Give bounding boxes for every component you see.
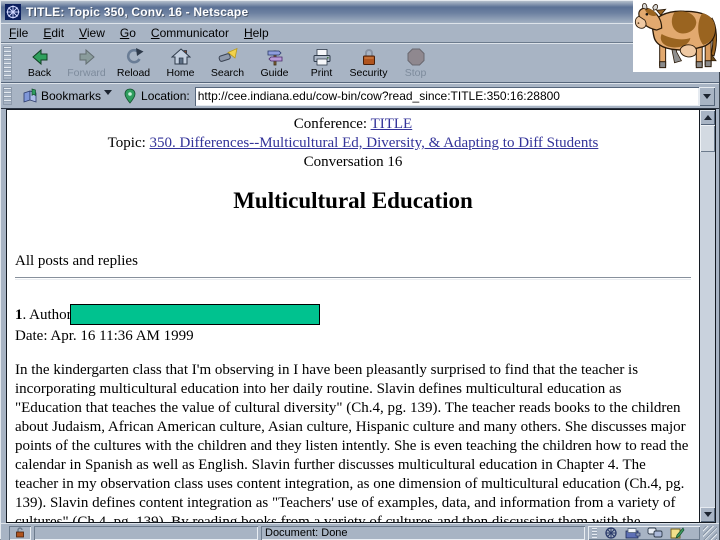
navigation-toolbar: Back Forward Reload Home Search Guide Pr… bbox=[1, 43, 719, 83]
url-input[interactable] bbox=[194, 86, 699, 106]
status-message: Document: Done bbox=[261, 526, 585, 540]
menu-communicator[interactable]: Communicator bbox=[151, 26, 229, 40]
location-bar-grip[interactable] bbox=[3, 87, 12, 105]
resize-grip[interactable] bbox=[703, 525, 717, 540]
url-dropdown-button[interactable] bbox=[699, 86, 715, 106]
location-label: Location: bbox=[141, 89, 190, 103]
search-flashlight-icon bbox=[218, 47, 238, 67]
print-button[interactable]: Print bbox=[298, 45, 345, 82]
netscape-icon[interactable] bbox=[5, 4, 21, 20]
menu-view[interactable]: View bbox=[79, 26, 105, 40]
topic-label: Topic: bbox=[107, 135, 150, 151]
navigator-wheel-icon[interactable] bbox=[603, 526, 619, 539]
bookmarks-dropdown-arrow[interactable] bbox=[104, 89, 113, 95]
padlock-icon bbox=[359, 47, 379, 67]
divider bbox=[15, 277, 691, 280]
page-title: Multicultural Education bbox=[233, 188, 473, 213]
reload-icon bbox=[124, 47, 144, 67]
toolbar-grip[interactable] bbox=[3, 45, 12, 81]
location-bar: Bookmarks Location: bbox=[1, 83, 719, 109]
scroll-down-button[interactable] bbox=[700, 507, 715, 522]
post-number: 1 bbox=[15, 307, 23, 323]
post-header: 1. Author: bbox=[15, 304, 691, 326]
status-bar: Document: Done bbox=[1, 523, 719, 540]
mailbox-icon[interactable] bbox=[625, 527, 641, 539]
home-icon bbox=[170, 47, 191, 67]
printer-icon bbox=[312, 47, 332, 67]
forward-arrow-icon bbox=[77, 47, 97, 67]
window-title: TITLE: Topic 350, Conv. 16 - Netscape bbox=[26, 5, 249, 19]
posts-subheading: All posts and replies bbox=[15, 253, 138, 269]
menu-go[interactable]: Go bbox=[120, 26, 136, 40]
cow-clipart-image bbox=[633, 0, 720, 72]
post-date: Date: Apr. 16 11:36 AM 1999 bbox=[15, 328, 194, 344]
browser-window: TITLE: Topic 350, Conv. 16 - Netscape Fi… bbox=[0, 0, 720, 540]
bookmarks-button[interactable]: Bookmarks bbox=[41, 89, 101, 103]
topic-line: Topic: 350. Differences--Multicultural E… bbox=[15, 134, 691, 153]
status-padlock-icon bbox=[16, 527, 24, 538]
security-button[interactable]: Security bbox=[345, 45, 392, 82]
vertical-scrollbar[interactable] bbox=[700, 109, 716, 523]
forward-button[interactable]: Forward bbox=[63, 45, 110, 82]
stop-sign-icon bbox=[406, 47, 426, 67]
stop-button[interactable]: Stop bbox=[392, 45, 439, 82]
search-button[interactable]: Search bbox=[204, 45, 251, 82]
security-status-button[interactable] bbox=[9, 526, 31, 540]
conversation-line: Conversation 16 bbox=[303, 154, 403, 170]
menu-edit[interactable]: Edit bbox=[43, 26, 64, 40]
page-content: Conference: TITLE Topic: 350. Difference… bbox=[6, 109, 700, 523]
author-redaction-box bbox=[69, 304, 320, 325]
progress-area bbox=[34, 526, 258, 540]
menu-bar: File Edit View Go Communicator Help bbox=[1, 23, 719, 43]
bookmarks-icon bbox=[22, 88, 38, 104]
scroll-up-button[interactable] bbox=[700, 110, 715, 125]
post-body: In the kindergarten class that I'm obser… bbox=[15, 362, 689, 523]
scrollbar-thumb[interactable] bbox=[700, 125, 715, 152]
discussions-icon[interactable] bbox=[647, 527, 663, 539]
home-button[interactable]: Home bbox=[157, 45, 204, 82]
conference-label: Conference: bbox=[293, 116, 371, 132]
back-button[interactable]: Back bbox=[16, 45, 63, 82]
title-bar[interactable]: TITLE: Topic 350, Conv. 16 - Netscape bbox=[1, 1, 719, 23]
conference-link[interactable]: TITLE bbox=[371, 116, 413, 132]
reload-button[interactable]: Reload bbox=[110, 45, 157, 82]
menu-file[interactable]: File bbox=[9, 26, 28, 40]
component-bar bbox=[588, 526, 700, 540]
conference-line: Conference: TITLE bbox=[15, 115, 691, 134]
content-area: Conference: TITLE Topic: 350. Difference… bbox=[1, 109, 719, 523]
cow-icon bbox=[634, 3, 717, 69]
location-icon bbox=[122, 88, 138, 104]
component-bar-grip[interactable] bbox=[592, 527, 597, 538]
menu-help[interactable]: Help bbox=[244, 26, 269, 40]
author-label: . Author: bbox=[22, 307, 76, 323]
guide-button[interactable]: Guide bbox=[251, 45, 298, 82]
topic-link[interactable]: 350. Differences--Multicultural Ed, Dive… bbox=[150, 135, 599, 151]
guide-signpost-icon bbox=[265, 47, 285, 67]
composer-icon[interactable] bbox=[669, 526, 685, 539]
back-arrow-icon bbox=[30, 47, 50, 67]
